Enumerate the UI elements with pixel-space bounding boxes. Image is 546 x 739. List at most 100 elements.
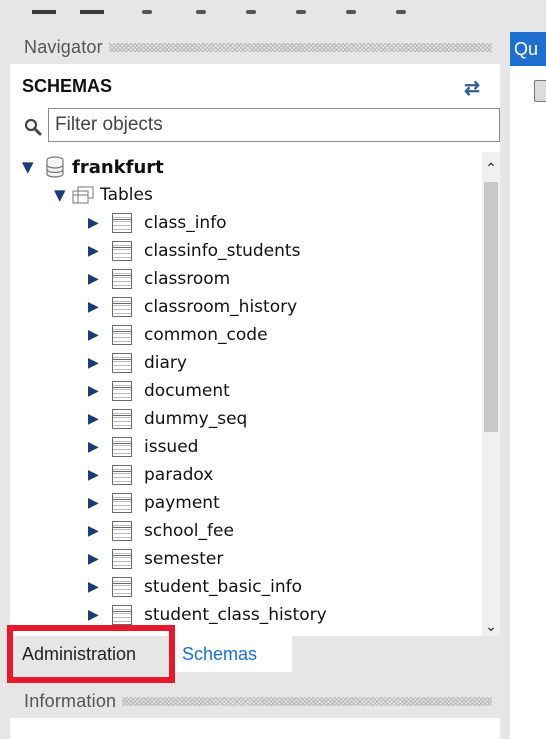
expand-arrow-icon[interactable]: ▶ [88,523,106,539]
table-node[interactable]: ▶ class_info [88,210,227,236]
schema-node-frankfurt[interactable]: ▼ frankfurt [22,154,164,180]
expand-arrow-icon[interactable]: ▶ [88,411,106,427]
table-node[interactable]: ▶ payment [88,490,220,516]
table-node[interactable]: ▶ student_class_history [88,602,327,628]
table-node[interactable]: ▶ document [88,378,230,404]
table-icon [112,409,132,429]
table-name: classroom [144,269,231,289]
navigator-tabs: Administration Schemas [10,636,500,672]
toolbar-icon[interactable] [80,0,104,14]
table-name: class_info [144,213,227,233]
tab-schemas[interactable]: Schemas [170,636,292,672]
table-icon [112,353,132,373]
table-icon [112,465,132,485]
expand-arrow-icon[interactable]: ▶ [88,607,106,623]
tab-administration[interactable]: Administration [10,636,184,672]
schema-tree: ▼ frankfurt ▼ Tables ▶ class_info ▶ classin… [10,152,472,636]
table-node[interactable]: ▶ common_code [88,322,268,348]
toolbar-icon[interactable] [396,10,406,14]
table-icon [112,381,132,401]
expand-arrow-icon[interactable]: ▶ [88,551,106,567]
navigator-header: Navigator [10,32,500,62]
table-node[interactable]: ▶ issued [88,434,198,460]
expand-arrow-icon[interactable]: ▶ [88,243,106,259]
table-name: document [144,381,230,401]
table-icon [112,241,132,261]
toolbar-icon[interactable] [346,10,356,14]
table-name: dummy_seq [144,409,248,429]
refresh-icon[interactable]: ⇄ [464,77,480,100]
table-icon [112,437,132,457]
expand-arrow-icon[interactable]: ▶ [88,271,106,287]
table-name: classinfo_students [144,241,301,261]
table-node[interactable]: ▶ classinfo_students [88,238,300,264]
schemas-label: SCHEMAS [22,76,113,96]
table-node[interactable]: ▶ diary [88,350,187,376]
scroll-thumb[interactable] [484,182,498,432]
expand-arrow-icon[interactable]: ▶ [88,495,106,511]
table-icon [112,605,132,625]
scroll-up-icon[interactable]: ⌃ [482,158,500,178]
panel-grip[interactable] [108,42,492,52]
expand-arrow-icon[interactable]: ▶ [88,215,106,231]
table-icon [112,577,132,597]
panel-grip[interactable] [122,696,492,706]
database-icon [46,156,64,178]
tree-scrollbar[interactable]: ⌃ ⌄ [482,152,500,636]
expand-arrow-icon[interactable]: ▶ [88,327,106,343]
table-node[interactable]: ▶ dummy_seq [88,406,247,432]
navigator-title: Navigator [24,36,103,57]
table-name: common_code [144,325,268,345]
information-header: Information [10,686,500,716]
filter-objects-input[interactable] [48,108,500,142]
collapse-arrow-icon[interactable]: ▼ [22,158,40,176]
table-icon [112,269,132,289]
expand-arrow-icon[interactable]: ▶ [88,579,106,595]
toolbar-icon[interactable] [296,10,306,14]
information-panel [10,718,500,739]
table-node[interactable]: ▶ classroom_history [88,294,297,320]
toolbar-icon[interactable] [246,10,256,14]
expand-arrow-icon[interactable]: ▶ [88,383,106,399]
navigator-panel: SCHEMAS ⇄ ▼ frankfurt ▼ Tables [10,64,500,636]
table-node[interactable]: ▶ paradox [88,462,213,488]
table-icon [112,493,132,513]
query-tab[interactable]: Qu [510,32,546,66]
table-name: diary [144,353,187,373]
table-icon [112,297,132,317]
table-name: semester [144,549,224,569]
table-name: student_class_history [144,605,327,625]
table-name: payment [144,493,220,513]
schemas-header: SCHEMAS ⇄ [10,64,500,110]
table-name: student_basic_info [144,577,303,597]
toolbar-icon[interactable] [32,0,56,14]
tables-folder-icon [72,186,94,204]
table-icon [112,521,132,541]
open-file-icon[interactable] [534,80,546,102]
scroll-down-icon[interactable]: ⌄ [482,616,500,636]
toolbar-icon[interactable] [196,10,206,14]
information-title: Information [24,690,117,711]
query-editor-panel: Qu [510,32,546,739]
table-node[interactable]: ▶ student_basic_info [88,574,302,600]
table-icon [112,549,132,569]
toolbar-icon[interactable] [142,10,152,14]
expand-arrow-icon[interactable]: ▶ [88,439,106,455]
table-name: school_fee [144,521,234,541]
table-node[interactable]: ▶ school_fee [88,518,234,544]
expand-arrow-icon[interactable]: ▶ [88,355,106,371]
table-name: issued [144,437,199,457]
table-icon [112,213,132,233]
search-icon [24,118,42,136]
expand-arrow-icon[interactable]: ▶ [88,467,106,483]
table-name: classroom_history [144,297,298,317]
schema-name: frankfurt [72,156,164,178]
table-node[interactable]: ▶ classroom [88,266,230,292]
table-node[interactable]: ▶ semester [88,546,223,572]
tables-folder-node[interactable]: ▼ Tables [54,182,153,208]
collapse-arrow-icon[interactable]: ▼ [54,186,72,204]
expand-arrow-icon[interactable]: ▶ [88,299,106,315]
tables-label: Tables [100,185,153,205]
table-icon [112,325,132,345]
top-toolbar [0,0,546,26]
